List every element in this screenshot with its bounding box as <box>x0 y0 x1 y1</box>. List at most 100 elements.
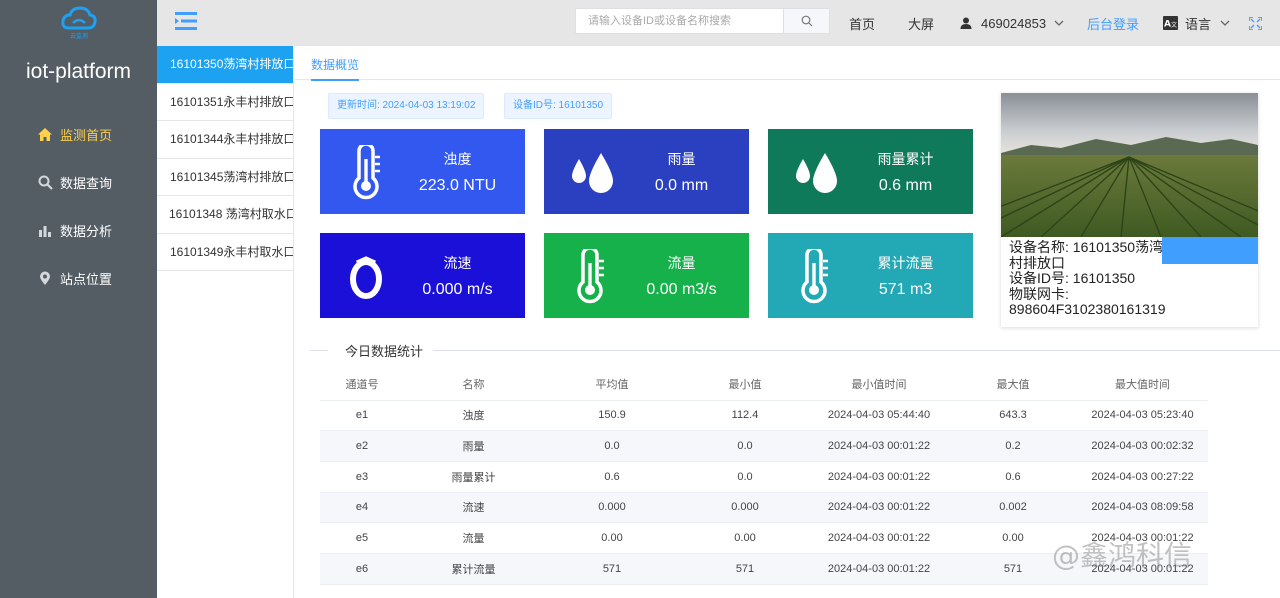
column-header: 最大值时间 <box>1077 368 1208 401</box>
table-cell: 2024-04-03 00:02:32 <box>1077 430 1208 462</box>
menu-toggle-icon[interactable] <box>175 12 197 30</box>
table-cell: 雨量 <box>404 430 543 462</box>
sidebar-item-label: 监测首页 <box>60 127 113 143</box>
tab-bar: 数据概览 <box>294 46 1280 81</box>
table-cell: 0.6 <box>543 461 681 493</box>
device-item[interactable]: 16101351永丰村排放口 <box>157 84 293 121</box>
search-icon <box>37 174 53 190</box>
water-drops-icon <box>569 145 613 201</box>
action-button[interactable] <box>1162 237 1258 264</box>
sidebar-item-analysis[interactable]: 数据分析 <box>0 206 157 254</box>
language-menu[interactable]: A文 语言 <box>1163 0 1230 46</box>
sidebar-menu: 监测首页 数据查询 数据分析 站点位置 <box>0 110 157 302</box>
device-item[interactable]: 16101349永丰村取水口 <box>157 234 293 271</box>
metric-value: 571 m3 <box>878 281 933 298</box>
table-cell: 2024-04-03 05:44:40 <box>809 400 949 432</box>
chevron-down-icon <box>1054 20 1064 26</box>
metric-card-turbidity: 浊度 223.0 NTU <box>320 129 525 214</box>
table-cell: 2024-04-03 00:01:22 <box>809 492 949 524</box>
sidebar-item-label: 数据分析 <box>60 223 113 239</box>
sim-label: 物联网卡: <box>1009 285 1069 302</box>
metric-label: 雨量 <box>667 151 696 167</box>
search-icon <box>801 15 812 27</box>
table-cell: 2024-04-03 00:27:22 <box>1077 461 1208 493</box>
metric-value: 0.0 mm <box>654 177 709 194</box>
device-item[interactable]: 16101344永丰村排放口 <box>157 121 293 159</box>
top-header: 首页 大屏 469024853 后台登录 A文 语言 <box>157 0 1280 46</box>
table-cell: e6 <box>320 553 404 585</box>
metric-value: 0.6 mm <box>878 177 933 194</box>
table-cell: 150.9 <box>543 400 681 432</box>
logo-caption: 云监测 <box>69 32 87 40</box>
table-cell: 0.00 <box>681 522 809 554</box>
watermark: @鑫鸿科信 <box>1052 539 1193 572</box>
divider <box>433 350 1280 351</box>
table-cell: 2024-04-03 00:01:22 <box>809 553 949 585</box>
logo: 云监测 <box>0 0 157 46</box>
table-cell: 0.000 <box>543 492 681 524</box>
table-cell: e4 <box>320 492 404 524</box>
metric-label: 雨量累计 <box>877 151 934 167</box>
table-cell: 雨量累计 <box>404 461 543 493</box>
metric-value: 0.00 m3/s <box>646 281 717 298</box>
device-info-text: 设备名称: 16101350荡湾 村排放口 设备ID号: 16101350 物联… <box>1001 237 1258 321</box>
table-cell: 643.3 <box>949 400 1077 432</box>
search-box <box>575 8 830 34</box>
svg-text:A: A <box>1164 20 1171 30</box>
water-drops-icon <box>793 145 837 201</box>
table-row: e1 浊度 150.9 112.4 2024-04-03 05:44:40 64… <box>320 400 1208 432</box>
table-header-row: 通道号 名称 平均值 最小值 最小值时间 最大值 最大值时间 <box>320 368 1208 401</box>
table-cell: 0.00 <box>543 522 681 554</box>
device-info-card: 设备名称: 16101350荡湾 村排放口 设备ID号: 16101350 物联… <box>1001 93 1258 327</box>
tab-data-overview[interactable]: 数据概览 <box>311 56 360 81</box>
device-photo <box>1001 93 1258 237</box>
table-row: e2 雨量 0.0 0.0 2024-04-03 00:01:22 0.2 20… <box>320 430 1208 462</box>
metric-card-rainfall: 雨量 0.0 mm <box>544 129 749 214</box>
table-cell: e2 <box>320 430 404 462</box>
table-row: e3 雨量累计 0.6 0.0 2024-04-03 00:01:22 0.6 … <box>320 461 1208 493</box>
nav-home-link[interactable]: 首页 <box>849 0 875 46</box>
table-cell: 2024-04-03 00:01:22 <box>809 461 949 493</box>
nav-bigscreen-link[interactable]: 大屏 <box>908 0 934 46</box>
table-cell: 2024-04-03 00:01:22 <box>809 522 949 554</box>
metric-value: 223.0 NTU <box>418 177 497 194</box>
thermometer-icon <box>793 246 835 305</box>
sidebar: 云监测 iot-platform 监测首页 数据查询 数据分析 站点位置 <box>0 0 157 598</box>
column-header: 名称 <box>404 368 543 401</box>
sim-number: 898604F3102380161319 <box>1009 301 1166 317</box>
translate-icon: A文 <box>1163 16 1178 30</box>
svg-text:文: 文 <box>1171 21 1177 29</box>
table-cell: 0.0 <box>543 430 681 462</box>
fullscreen-icon[interactable] <box>1249 0 1262 46</box>
user-menu[interactable]: 469024853 <box>960 0 1064 46</box>
metric-label: 累计流量 <box>877 255 934 271</box>
device-item[interactable]: 16101348 荡湾村取水口 <box>157 196 293 234</box>
sidebar-item-home[interactable]: 监测首页 <box>0 110 157 158</box>
admin-login-link[interactable]: 后台登录 <box>1087 0 1139 46</box>
table-cell: 112.4 <box>681 400 809 432</box>
user-icon <box>960 17 972 29</box>
thermometer-icon <box>345 142 387 201</box>
search-button[interactable] <box>783 9 829 33</box>
table-cell: e5 <box>320 522 404 554</box>
location-pin-icon <box>37 270 53 286</box>
username: 469024853 <box>981 15 1047 31</box>
app-title: iot-platform <box>25 60 132 83</box>
table-cell: e1 <box>320 400 404 432</box>
column-header: 平均值 <box>543 368 681 401</box>
metric-label: 流速 <box>443 255 472 271</box>
sidebar-item-location[interactable]: 站点位置 <box>0 254 157 302</box>
table-cell: 571 <box>543 553 681 585</box>
table-cell: 0.002 <box>949 492 1077 524</box>
metric-value: 0.000 m/s <box>422 281 493 298</box>
search-input[interactable] <box>576 9 783 33</box>
table-cell: 浊度 <box>404 400 543 432</box>
device-item[interactable]: 16101345荡湾村排放口 <box>157 159 293 196</box>
table-cell: e3 <box>320 461 404 493</box>
metric-card-flow-velocity: 流速 0.000 m/s <box>320 233 525 318</box>
table-row: e4 流速 0.000 0.000 2024-04-03 00:01:22 0.… <box>320 492 1208 524</box>
stats-title: 今日数据统计 <box>345 344 424 359</box>
sidebar-item-query[interactable]: 数据查询 <box>0 158 157 206</box>
device-item[interactable]: 16101350荡湾村排放口 <box>157 46 293 84</box>
table-cell: 累计流量 <box>404 553 543 585</box>
